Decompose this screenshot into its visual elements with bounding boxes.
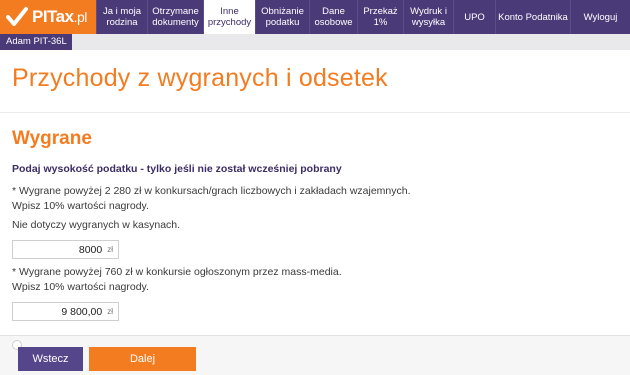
logo-text: PITax.pl — [32, 7, 87, 27]
nav-wyloguj[interactable]: Wyloguj — [570, 0, 630, 34]
pitax-logo[interactable]: PITax.pl — [0, 0, 96, 34]
wygrane-mass-media-input[interactable]: 9 800,00 zł — [12, 302, 119, 321]
note-2-line-2: Wpisz 10% wartości nagrody. — [12, 281, 149, 293]
nav-upo[interactable]: UPO — [453, 0, 495, 34]
nav-przekaz-1-procent[interactable]: Przekaż 1% — [357, 0, 403, 34]
nav-konto-podatnika[interactable]: Konto Podatnika — [495, 0, 570, 34]
logo-name: PITax — [32, 7, 74, 26]
nav-ja-i-moja-rodzina[interactable]: Ja i moja rodzina — [96, 0, 147, 34]
note-1-line-3: Nie dotyczy wygranych w kasynach. — [12, 219, 181, 231]
note-1-line-1: * Wygrane powyżej 2 280 zł w konkursach/… — [12, 185, 411, 197]
nav-inne-przychody[interactable]: Inne przychody — [203, 0, 255, 34]
logo-suffix: .pl — [73, 9, 88, 25]
sub-bar: Adam PIT-36L — [0, 34, 630, 50]
section-title: Wygrane — [12, 128, 92, 149]
currency-label: zł — [107, 245, 113, 254]
nav-wydruk-i-wysylka[interactable]: Wydruk i wysyłka — [403, 0, 453, 34]
input-value: 8000 — [78, 243, 103, 256]
input-value: 9 800,00 — [61, 305, 103, 318]
back-button[interactable]: Wstecz — [18, 347, 83, 371]
instruction-text: Podaj wysokość podatku - tylko jeśli nie… — [12, 163, 342, 175]
wygrane-konkursy-input[interactable]: 8000 zł — [12, 240, 119, 259]
divider — [0, 112, 630, 113]
checkmark-icon — [6, 6, 28, 28]
nav-obnizanie-podatku[interactable]: Obniżanie podatku — [255, 0, 309, 34]
page-title: Przychody z wygranych i odsetek — [12, 64, 388, 92]
top-navigation: PITax.pl Ja i moja rodzina Otrzymane dok… — [0, 0, 630, 34]
nav-otrzymane-dokumenty[interactable]: Otrzymane dokumenty — [147, 0, 203, 34]
note-1-line-2: Wpisz 10% wartości nagrody. — [12, 200, 149, 212]
note-2-line-1: * Wygrane powyżej 760 zł w konkursie ogł… — [12, 266, 342, 278]
currency-label: zł — [107, 307, 113, 316]
taxpayer-tab[interactable]: Adam PIT-36L — [0, 34, 72, 50]
next-button[interactable]: Dalej — [89, 347, 196, 371]
nav-dane-osobowe[interactable]: Dane osobowe — [309, 0, 357, 34]
